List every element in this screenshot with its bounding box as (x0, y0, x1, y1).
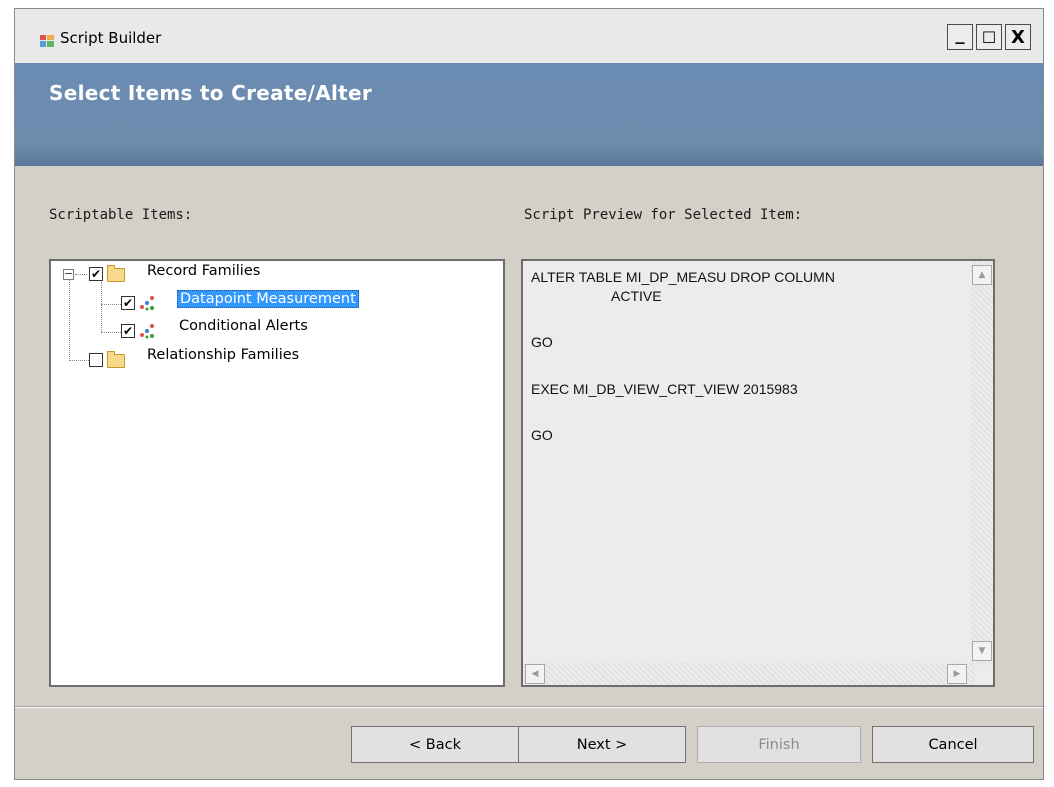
page-title: Select Items to Create/Alter (49, 81, 373, 105)
tree-connector (69, 279, 70, 361)
vertical-scrollbar[interactable]: ▲ ▼ (971, 261, 993, 665)
app-icon (40, 35, 54, 47)
record-family-icon (140, 296, 154, 311)
relationship-families-checkbox[interactable] (89, 353, 103, 367)
preview-line: GO (531, 427, 553, 443)
conditional-alerts-checkbox[interactable]: ✔ (121, 324, 135, 338)
preview-line: ACTIVE (611, 288, 662, 304)
window-title: Script Builder (60, 29, 162, 47)
tree-node-relationship-families[interactable]: Relationship Families (147, 347, 299, 363)
title-bar[interactable]: Script Builder _ ☐ X (15, 9, 1043, 64)
scroll-up-icon[interactable]: ▲ (972, 265, 992, 285)
scroll-left-icon[interactable]: ◀ (525, 664, 545, 684)
scriptable-items-tree[interactable]: − ✔ Record Families ✔ Datapoint Measurem… (49, 259, 505, 687)
scriptable-items-label: Scriptable Items: (49, 207, 193, 223)
cancel-button[interactable]: Cancel (872, 726, 1034, 763)
record-family-icon (140, 324, 154, 339)
tree-connector (75, 274, 87, 275)
back-button[interactable]: < Back (351, 726, 519, 763)
scroll-right-icon[interactable]: ▶ (947, 664, 967, 684)
close-icon: X (1011, 26, 1025, 48)
tree-connector (101, 332, 121, 333)
preview-line: EXEC MI_DB_VIEW_CRT_VIEW 2015983 (531, 381, 798, 397)
close-button[interactable]: X (1005, 24, 1031, 50)
footer-separator (15, 706, 1043, 708)
tree-connector (101, 304, 121, 305)
folder-icon (107, 351, 125, 368)
scroll-down-icon[interactable]: ▼ (972, 641, 992, 661)
maximize-icon: ☐ (981, 27, 997, 47)
script-builder-window: Script Builder _ ☐ X Select Items to Cre… (14, 8, 1044, 780)
preview-line: ALTER TABLE MI_DP_MEASU DROP COLUMN (531, 269, 835, 285)
tree-node-record-families[interactable]: Record Families (147, 263, 260, 279)
script-preview-box[interactable]: ALTER TABLE MI_DP_MEASU DROP COLUMN ACTI… (521, 259, 995, 687)
datapoint-measurement-checkbox[interactable]: ✔ (121, 296, 135, 310)
wizard-header (15, 63, 1043, 166)
record-families-checkbox[interactable]: ✔ (89, 267, 103, 281)
tree-node-datapoint-measurement[interactable]: Datapoint Measurement (177, 290, 359, 308)
tree-connector (101, 282, 102, 332)
script-preview-label: Script Preview for Selected Item: (524, 207, 803, 223)
tree-node-conditional-alerts[interactable]: Conditional Alerts (179, 318, 308, 334)
horizontal-scrollbar[interactable]: ◀ ▶ (523, 663, 975, 685)
tree-connector (69, 360, 91, 361)
minimize-button[interactable]: _ (947, 24, 973, 50)
preview-line: GO (531, 334, 553, 350)
collapse-expander-icon[interactable]: − (63, 268, 74, 280)
finish-button[interactable]: Finish (697, 726, 861, 763)
minimize-icon: _ (955, 23, 965, 45)
folder-icon (107, 265, 125, 282)
next-button[interactable]: Next > (518, 726, 686, 763)
maximize-button[interactable]: ☐ (976, 24, 1002, 50)
